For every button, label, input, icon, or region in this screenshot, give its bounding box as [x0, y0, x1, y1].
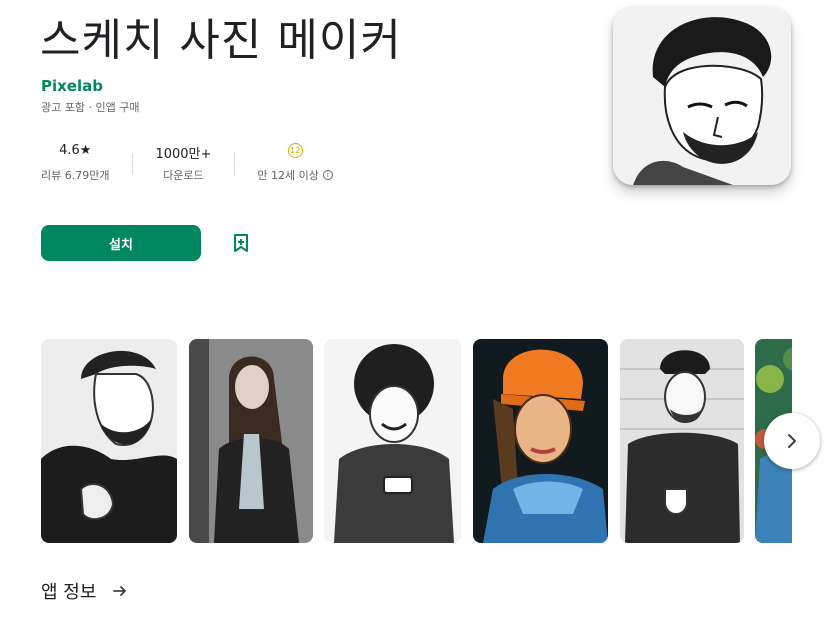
- ads-iap-note: 광고 포함 · 인앱 구매: [41, 101, 140, 114]
- screenshot-image[interactable]: [473, 339, 608, 543]
- developer-link[interactable]: Pixelab: [41, 77, 103, 95]
- chevron-right-icon[interactable]: [764, 413, 820, 469]
- rating-value: 4.6★: [59, 143, 92, 158]
- app-icon: [613, 7, 791, 185]
- rating-stat[interactable]: 4.6★ 리뷰 6.79만개: [41, 143, 132, 183]
- arrow-right-icon: [113, 586, 127, 596]
- screenshot-image[interactable]: [41, 339, 177, 543]
- bookmark-add-icon[interactable]: [225, 227, 257, 259]
- screenshot-image[interactable]: [189, 339, 313, 543]
- screenshot-image[interactable]: [620, 339, 744, 543]
- downloads-stat: 1000만+ 다운로드: [132, 143, 234, 183]
- app-title: 스케치 사진 메이커: [40, 15, 402, 66]
- age-rating-label: 만 12세 이상: [257, 169, 319, 182]
- info-icon[interactable]: i: [322, 170, 333, 180]
- downloads-value: 1000만+: [155, 147, 212, 162]
- screenshot-carousel: [41, 339, 792, 544]
- screenshot-image[interactable]: [324, 339, 461, 543]
- section-title: 앱 정보: [41, 582, 97, 603]
- age-rating-badge-icon: 12: [287, 143, 303, 158]
- age-rating-stat[interactable]: 12 만 12세 이상 i: [234, 143, 355, 183]
- downloads-label: 다운로드: [163, 169, 204, 182]
- app-stats: 4.6★ 리뷰 6.79만개 1000만+ 다운로드 12 만 12세 이상 i: [41, 143, 356, 187]
- app-info-link[interactable]: 앱 정보: [41, 578, 128, 604]
- install-button[interactable]: 설치: [41, 225, 201, 261]
- reviews-count: 리뷰 6.79만개: [41, 169, 110, 182]
- age-rating-label-row: 만 12세 이상 i: [257, 167, 333, 183]
